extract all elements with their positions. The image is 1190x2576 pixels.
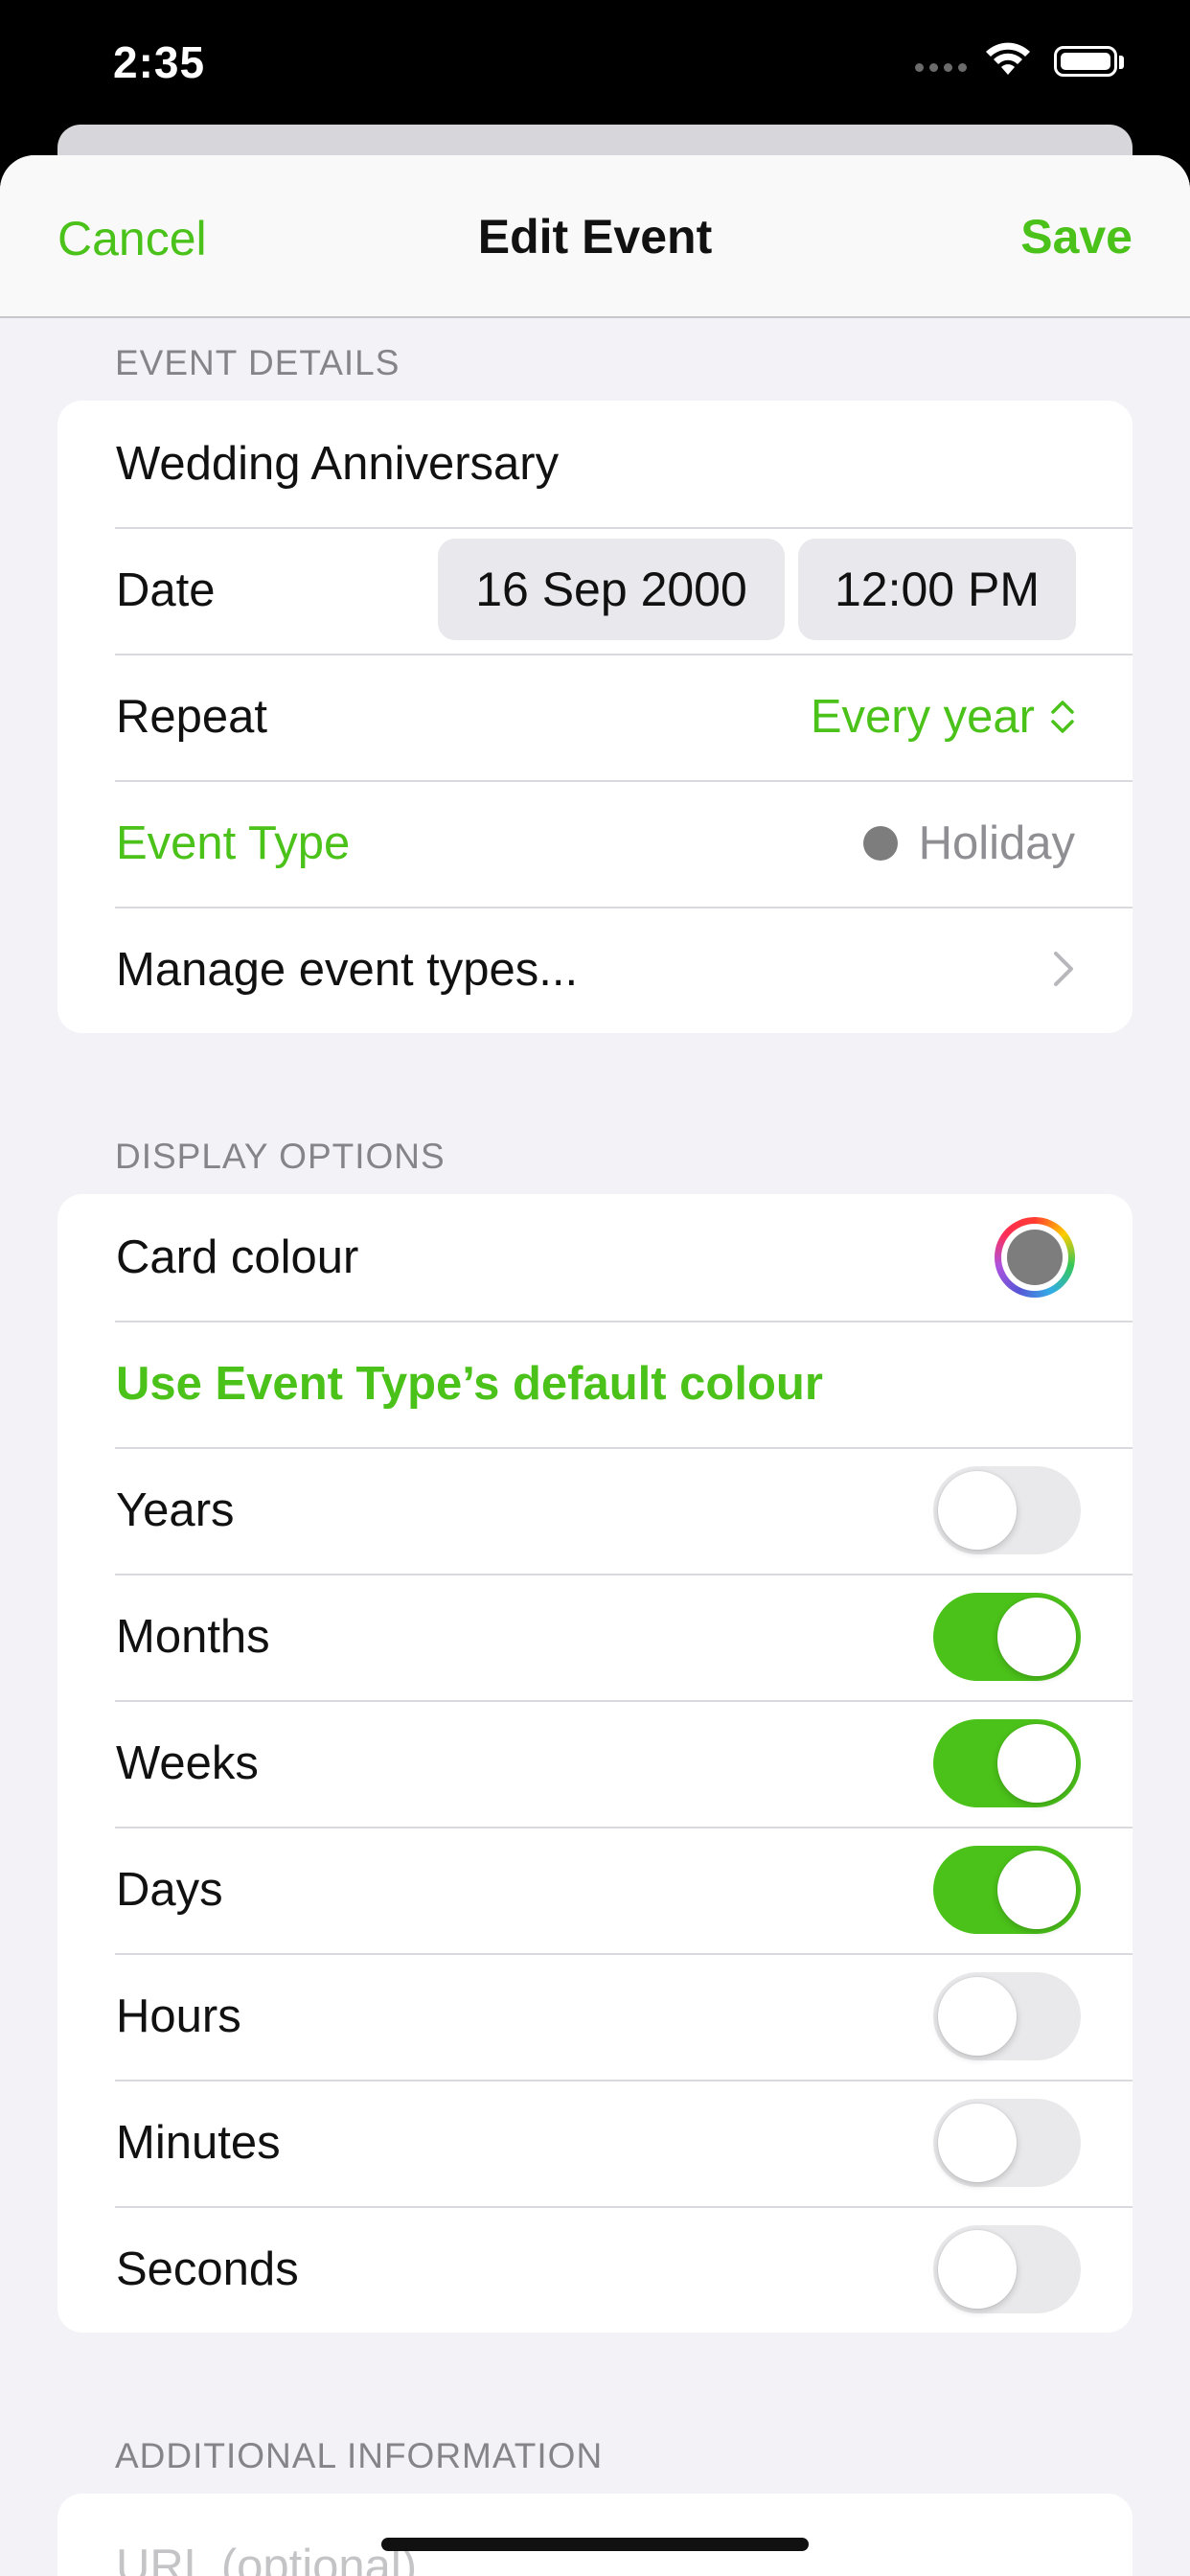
toggle-label: Seconds <box>116 2243 299 2295</box>
row-divider <box>115 2080 1133 2082</box>
months-toggle[interactable] <box>933 1593 1081 1681</box>
manage-event-types-row[interactable]: Manage event types... <box>57 907 1133 1033</box>
toggle-knob <box>997 1598 1076 1676</box>
row-divider <box>115 1574 1133 1576</box>
row-divider <box>115 1700 1133 1702</box>
home-indicator <box>381 2538 809 2551</box>
toggle-row-years: Years <box>57 1447 1133 1574</box>
section-header-display-options: DISPLAY OPTIONS <box>115 1137 446 1176</box>
toggle-knob <box>938 2230 1017 2309</box>
toggle-label: Months <box>116 1611 270 1663</box>
seconds-toggle[interactable] <box>933 2225 1081 2313</box>
toggle-label: Days <box>116 1864 223 1916</box>
toggle-knob <box>938 2104 1017 2182</box>
card-colour-label: Card colour <box>116 1231 359 1283</box>
date-label: Date <box>116 564 216 616</box>
row-divider <box>115 1447 1133 1449</box>
url-row[interactable]: URL (optional) <box>57 2494 1133 2576</box>
weeks-toggle[interactable] <box>933 1719 1081 1807</box>
battery-icon <box>1054 46 1117 77</box>
toggle-row-hours: Hours <box>57 1953 1133 2080</box>
toggle-label: Minutes <box>116 2117 281 2169</box>
url-input[interactable]: URL (optional) <box>116 2540 417 2576</box>
time-picker-button[interactable]: 12:00 PM <box>798 539 1076 640</box>
card-colour-row[interactable]: Card colour <box>57 1194 1133 1321</box>
hours-toggle[interactable] <box>933 1972 1081 2060</box>
event-type-color-dot <box>862 826 898 861</box>
manage-event-types-label: Manage event types... <box>116 944 579 996</box>
toggle-row-weeks: Weeks <box>57 1700 1133 1827</box>
days-toggle[interactable] <box>933 1846 1081 1934</box>
page-title: Edit Event <box>477 210 713 264</box>
toggle-label: Hours <box>116 1990 241 2042</box>
repeat-row[interactable]: Repeat Every year <box>57 654 1133 780</box>
toggle-row-days: Days <box>57 1827 1133 1953</box>
years-toggle[interactable] <box>933 1466 1081 1554</box>
chevron-right-icon <box>1054 952 1073 986</box>
event-name-field[interactable]: Wedding Anniversary <box>116 437 559 491</box>
event-details-group: Wedding Anniversary Date 16 Sep 2000 12:… <box>57 401 1133 1033</box>
status-time: 2:35 <box>113 37 206 87</box>
event-type-label[interactable]: Event Type <box>116 816 350 870</box>
repeat-value: Every year <box>810 691 1035 743</box>
date-row: Date 16 Sep 2000 12:00 PM <box>57 527 1133 654</box>
event-name-row[interactable]: Wedding Anniversary <box>57 401 1133 527</box>
save-button[interactable]: Save <box>1020 209 1133 264</box>
use-default-colour-row[interactable]: Use Event Type’s default colour <box>57 1321 1133 1447</box>
wifi-icon <box>986 42 1030 75</box>
row-divider <box>115 1827 1133 1828</box>
display-options-group: Card colour Use Event Type’s default col… <box>57 1194 1133 2333</box>
event-type-value[interactable]: Holiday <box>862 816 1075 870</box>
section-header-additional-information: ADDITIONAL INFORMATION <box>115 2436 604 2475</box>
repeat-select[interactable]: Every year <box>811 690 1075 744</box>
use-default-colour-button[interactable]: Use Event Type’s default colour <box>116 1357 823 1411</box>
toggle-row-seconds: Seconds <box>57 2206 1133 2333</box>
date-picker-button[interactable]: 16 Sep 2000 <box>438 539 785 640</box>
toggle-knob <box>997 1851 1076 1929</box>
edit-event-sheet: Cancel Edit Event Save EVENT DETAILS Wed… <box>0 155 1190 2576</box>
toggle-label: Years <box>116 1484 235 1536</box>
repeat-label: Repeat <box>116 691 268 743</box>
chevron-up-down-icon <box>1051 701 1074 733</box>
toggle-knob <box>938 1471 1017 1550</box>
navigation-bar: Cancel Edit Event Save <box>0 155 1190 318</box>
toggle-row-minutes: Minutes <box>57 2080 1133 2206</box>
camera-notch <box>292 0 898 86</box>
toggle-knob <box>938 1977 1017 2056</box>
row-divider <box>115 1953 1133 1955</box>
row-divider <box>115 2206 1133 2208</box>
colour-picker-well[interactable] <box>995 1217 1075 1298</box>
toggle-label: Weeks <box>116 1737 259 1789</box>
event-type-name: Holiday <box>918 817 1075 869</box>
section-header-event-details: EVENT DETAILS <box>115 343 400 382</box>
toggle-knob <box>997 1724 1076 1803</box>
cellular-signal-icon <box>915 63 967 72</box>
minutes-toggle[interactable] <box>933 2099 1081 2187</box>
toggle-row-months: Months <box>57 1574 1133 1700</box>
event-type-row[interactable]: Event Type Holiday <box>57 780 1133 907</box>
battery-cap-icon <box>1119 56 1124 69</box>
